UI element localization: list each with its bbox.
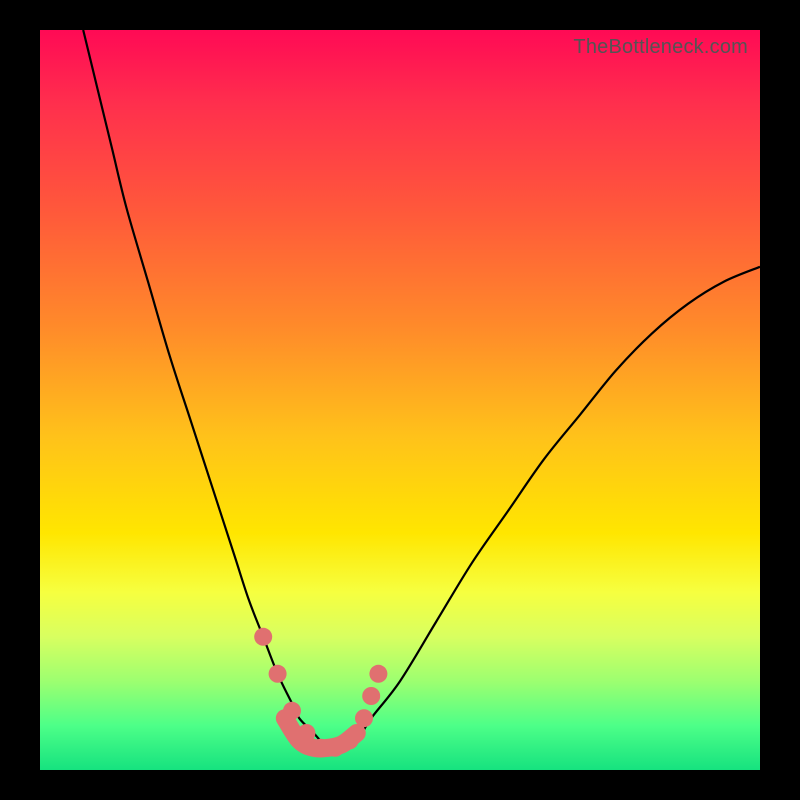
curve-marker-dot	[269, 665, 287, 683]
curve-marker-dot	[254, 628, 272, 646]
curve-marker-dot	[362, 687, 380, 705]
chart-plot-area: TheBottleneck.com	[40, 30, 760, 770]
curve-markers	[254, 628, 387, 757]
chart-frame: TheBottleneck.com	[0, 0, 800, 800]
curve-marker-dot	[283, 702, 301, 720]
curve-marker-dot	[355, 709, 373, 727]
curve-marker-dot	[341, 731, 359, 749]
curve-marker-dot	[369, 665, 387, 683]
curve-marker-dot	[297, 724, 315, 742]
bottleneck-chart-svg	[40, 30, 760, 770]
bottleneck-curve-line	[83, 30, 760, 749]
